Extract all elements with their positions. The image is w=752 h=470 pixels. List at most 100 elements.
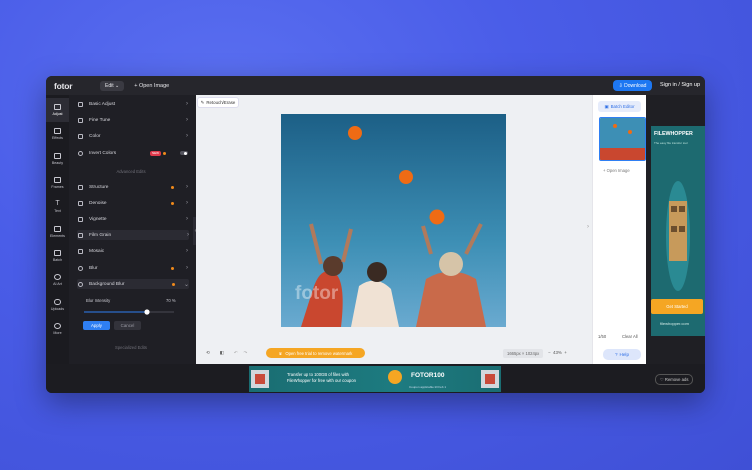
invert-colors-row[interactable]: Invert Colors NEW xyxy=(78,148,188,158)
premium-dot xyxy=(171,185,174,189)
zoom-out-icon[interactable]: − xyxy=(548,350,551,355)
banner-line: Transfer up to 100GB of files with xyxy=(287,372,349,377)
bg-blur-icon xyxy=(78,281,83,287)
triangle-icon xyxy=(78,184,83,190)
zoom-in-icon[interactable]: + xyxy=(564,350,567,355)
ai-icon xyxy=(54,274,61,281)
sun-icon xyxy=(78,101,83,107)
history-icon[interactable]: ⟲ xyxy=(206,350,210,356)
rail-beauty[interactable]: Beauty xyxy=(46,147,69,171)
rail-elements[interactable]: Elements xyxy=(46,219,69,243)
rail-label: AI Art xyxy=(53,282,62,287)
banner-line: FileWhopper for free with our coupon xyxy=(287,377,356,383)
compare-icon[interactable]: ◧ xyxy=(220,350,224,356)
left-rail: Adjust Effects Beauty Frames T Text Eleme… xyxy=(46,95,69,367)
banner-text: Transfer up to 100GB of files with FileW… xyxy=(287,372,356,384)
download-button[interactable]: ⇩ Download xyxy=(613,80,652,91)
rail-batch[interactable]: Batch xyxy=(46,244,69,268)
open-image-button[interactable]: + Open Image xyxy=(134,83,169,89)
remove-ads-button[interactable]: ♡ Remove ads xyxy=(655,374,694,385)
background-blur-row[interactable]: Background Blur ⌄ xyxy=(77,279,189,289)
row-label: Blur xyxy=(89,265,98,271)
zoom-control[interactable]: − 43% + xyxy=(548,350,567,355)
premium-dot xyxy=(172,282,175,286)
chevron-down-icon: ⌄ xyxy=(183,281,189,288)
row-label: Background Blur xyxy=(89,281,125,287)
new-badge: NEW xyxy=(150,150,161,156)
rail-label: Uploads xyxy=(50,306,65,311)
watermark-warning-pill[interactable]: ♛ Open free trial to remove watermark xyxy=(266,348,365,358)
main-photo[interactable]: fotor xyxy=(281,114,506,327)
invert-toggle[interactable] xyxy=(180,151,188,155)
palette-icon xyxy=(78,133,83,139)
sliders-icon xyxy=(54,104,61,111)
grain-icon xyxy=(78,232,83,238)
row-label: Fine Tune xyxy=(89,117,111,123)
chevron-right-icon: › xyxy=(186,133,188,139)
rail-ai-art[interactable]: AI Art xyxy=(46,268,69,292)
undo-icon[interactable]: ↶ xyxy=(234,350,238,356)
film-grain-row[interactable]: Film Grain › xyxy=(77,230,189,240)
rail-frames[interactable]: Frames xyxy=(46,171,69,195)
blur-icon xyxy=(78,265,83,271)
vignette-row[interactable]: Vignette › xyxy=(78,214,188,224)
structure-row[interactable]: Structure › xyxy=(78,182,188,192)
rail-more[interactable]: More xyxy=(46,317,69,341)
chevron-right-icon: › xyxy=(186,117,188,123)
rail-label: Elements xyxy=(50,233,65,238)
help-button[interactable]: ? Help xyxy=(603,349,641,360)
denoise-row[interactable]: Denoise › xyxy=(78,198,188,208)
tab-label: Retouch/Erase xyxy=(206,100,236,105)
mosaic-row[interactable]: Mosaic › xyxy=(78,246,188,256)
color-row[interactable]: Color › xyxy=(78,131,188,141)
cloud-icon xyxy=(54,298,61,305)
clear-all-button[interactable]: Clear All xyxy=(622,334,638,339)
open-image-thumb-button[interactable]: + Open Image xyxy=(603,168,630,173)
watermark: fotor xyxy=(295,283,339,304)
rail-text[interactable]: T Text xyxy=(46,195,69,219)
crown-icon: ♛ xyxy=(278,350,283,356)
batch-editor-button[interactable]: ▣ Batch Editor xyxy=(598,101,641,112)
chevron-right-icon: › xyxy=(187,232,189,238)
ad-title: FILEWHOPPER xyxy=(654,131,693,137)
ad-cta-button[interactable]: Get Started xyxy=(651,299,703,314)
more-icon xyxy=(54,322,61,329)
blur-intensity-slider[interactable] xyxy=(84,309,174,315)
help-icon: ? xyxy=(614,352,618,357)
apply-button[interactable]: Apply xyxy=(83,321,110,330)
warning-text: Open free trial to remove watermark xyxy=(285,350,353,356)
redo-icon[interactable]: ↷ xyxy=(244,350,248,356)
button-label: Remove ads xyxy=(664,377,689,382)
image-dimensions: 1665px × 1024px xyxy=(503,349,544,358)
row-label: Basic Adjust xyxy=(89,101,116,107)
rail-label: Effects xyxy=(52,136,63,141)
retouch-erase-tab[interactable]: ✎ Retouch/Erase xyxy=(197,97,239,108)
fotor-logo[interactable]: fotor xyxy=(54,81,90,91)
mosaic-icon xyxy=(78,248,83,254)
chevron-right-icon[interactable]: › xyxy=(587,224,589,230)
blur-row[interactable]: Blur › xyxy=(78,263,188,273)
ad-url[interactable]: filewhopper.com xyxy=(660,321,689,326)
row-label: Mosaic xyxy=(89,248,105,254)
shapes-icon xyxy=(54,225,61,232)
rail-uploads[interactable]: Uploads xyxy=(46,292,69,316)
invert-icon xyxy=(78,150,83,156)
basic-adjust-row[interactable]: Basic Adjust › xyxy=(78,99,188,109)
denoise-icon xyxy=(78,200,83,206)
cancel-button[interactable]: Cancel xyxy=(114,321,141,330)
signin-link[interactable]: Sign in / Sign up xyxy=(660,82,700,88)
edit-dropdown[interactable]: Edit ⌄ xyxy=(100,80,125,91)
rail-effects[interactable]: Effects xyxy=(46,122,69,146)
fine-tune-row[interactable]: Fine Tune › xyxy=(78,115,188,125)
premium-dot xyxy=(171,201,174,205)
vignette-icon xyxy=(78,216,83,222)
image-thumbnail[interactable] xyxy=(599,117,646,161)
button-label: Batch Editor xyxy=(610,104,635,109)
eye-icon xyxy=(54,152,61,159)
row-label: Film Grain xyxy=(89,232,112,238)
button-label: Help xyxy=(619,352,629,357)
rail-adjust[interactable]: Adjust xyxy=(46,98,69,123)
top-bar: fotor Edit ⌄ + Open Image xyxy=(46,76,705,95)
tune-icon xyxy=(78,117,83,123)
slider-knob[interactable] xyxy=(144,309,150,315)
